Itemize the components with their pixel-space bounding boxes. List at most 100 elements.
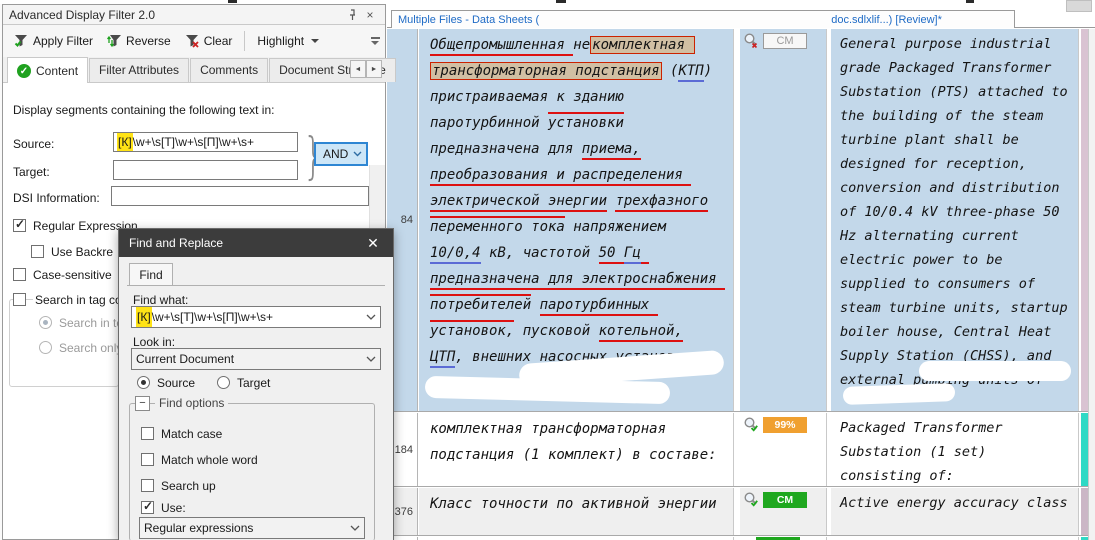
- match-badge: 99%: [763, 417, 807, 433]
- search-in-text-radio[interactable]: [39, 316, 52, 329]
- find-regex-highlight: [К]: [136, 307, 152, 327]
- tab-filter-attributes[interactable]: Filter Attributes: [89, 58, 189, 82]
- source-segment-text: Класс точности по активной энергии: [430, 491, 721, 517]
- reverse-filter-button[interactable]: Reverse: [102, 30, 176, 52]
- document-tab-suffix: doc.sdlxlif...) [Review]*: [831, 14, 942, 26]
- match-whole-word-checkbox[interactable]: [141, 453, 154, 466]
- review-approved-icon: [743, 416, 760, 433]
- dialog-title: Find and Replace: [129, 236, 363, 250]
- target-segment-text: General purpose industrial grade Package…: [840, 32, 1074, 392]
- tab-content-label: Content: [36, 64, 78, 78]
- panel-title: Advanced Display Filter 2.0: [9, 8, 343, 22]
- segment-row: 376 Класс точности по активной энергии C…: [387, 488, 1088, 536]
- look-in-combobox[interactable]: Current Document: [131, 348, 381, 370]
- source-input[interactable]: [К]\w+\s[Т]\w+\s[П]\w+\s+: [113, 132, 298, 152]
- redaction-mark: [539, 15, 831, 25]
- toolbar-separator: [244, 31, 245, 51]
- dsi-label: DSI Information:: [13, 191, 100, 205]
- apply-filter-button[interactable]: Apply Filter: [9, 30, 98, 52]
- editor-right-margin: [1088, 29, 1095, 540]
- backreference-label: Use Backre: [51, 245, 113, 259]
- search-in-tag-label: Search in tag co: [33, 293, 124, 307]
- dialog-source-label: Source: [157, 376, 195, 390]
- intro-text: Display segments containing the followin…: [13, 103, 274, 117]
- review-rejected-icon: [743, 32, 760, 49]
- collapse-button[interactable]: −: [135, 396, 150, 411]
- source-cell[interactable]: Класс точности по активной энергии: [419, 488, 734, 535]
- use-checkbox[interactable]: [141, 501, 154, 514]
- search-up-checkbox[interactable]: [141, 479, 154, 492]
- target-input[interactable]: [113, 160, 298, 180]
- funnel-arrows-icon: [107, 34, 122, 48]
- editor-area: Multiple Files - Data Sheets ( doc.sdlxli…: [387, 0, 1095, 540]
- panel-titlebar: Advanced Display Filter 2.0 ×: [3, 5, 385, 25]
- match-whole-word-label: Match whole word: [161, 453, 258, 467]
- dsi-input[interactable]: [111, 186, 369, 206]
- funnel-x-icon: [185, 34, 200, 48]
- dialog-titlebar[interactable]: Find and Replace ✕: [119, 229, 393, 257]
- dialog-source-radio[interactable]: [137, 376, 150, 389]
- source-segment-text: Общепромышленная некомплектная трансформ…: [430, 32, 721, 396]
- match-case-label: Match case: [161, 427, 222, 441]
- source-cell[interactable]: комплектная трансформаторная подстанция …: [419, 413, 734, 486]
- pin-icon[interactable]: [343, 7, 361, 23]
- segment-row: 184 комплектная трансформаторная подстан…: [387, 413, 1088, 487]
- document-tabstrip: Multiple Files - Data Sheets ( doc.sdlxli…: [387, 10, 1095, 28]
- filter-tabstrip: ✓ Content Filter Attributes Comments Doc…: [3, 57, 385, 83]
- match-badge: CM: [763, 492, 807, 508]
- target-cell[interactable]: Active energy accuracy class: [831, 488, 1079, 535]
- green-check-icon: ✓: [17, 64, 31, 78]
- source-regex-rest: \w+\s[Т]\w+\s[П]\w+\s+: [133, 135, 254, 149]
- toolbar-overflow-button[interactable]: [367, 33, 383, 49]
- target-label: Target:: [13, 165, 50, 179]
- source-regex-highlight: [К]: [117, 132, 133, 152]
- close-icon[interactable]: ×: [361, 7, 379, 23]
- segment-grid: 84 Общепромышленная некомплектная трансф…: [387, 29, 1095, 540]
- source-cell[interactable]: Общепромышленная некомплектная трансформ…: [419, 29, 734, 411]
- use-value: Regular expressions: [144, 521, 253, 535]
- search-up-label: Search up: [161, 479, 216, 493]
- document-tab-prefix: Multiple Files - Data Sheets (: [398, 14, 539, 26]
- close-icon[interactable]: ✕: [363, 235, 383, 252]
- tab-comments[interactable]: Comments: [190, 58, 268, 82]
- redaction-mark: [843, 383, 956, 405]
- screenshot-root: Advanced Display Filter 2.0 × Apply Filt…: [0, 0, 1095, 540]
- clear-filter-button[interactable]: Clear: [180, 30, 238, 52]
- find-what-label: Find what:: [133, 293, 188, 307]
- case-sensitive-checkbox[interactable]: [13, 268, 26, 281]
- status-cell: CM: [740, 488, 827, 535]
- review-approved-icon: [743, 491, 760, 508]
- and-operator-dropdown[interactable]: AND: [314, 142, 368, 166]
- match-case-checkbox[interactable]: [141, 427, 154, 440]
- chevron-down-icon: [366, 356, 376, 362]
- tab-scroll-left-icon[interactable]: ◄: [350, 60, 366, 78]
- reverse-filter-label: Reverse: [126, 34, 171, 48]
- target-cell[interactable]: General purpose industrial grade Package…: [831, 29, 1079, 411]
- dialog-target-radio[interactable]: [217, 376, 230, 389]
- tab-scroll-right-icon[interactable]: ►: [366, 60, 382, 78]
- backreference-checkbox[interactable]: [31, 245, 44, 258]
- tabstrip-line: [127, 285, 385, 286]
- segment-status-strip: [1081, 488, 1088, 535]
- use-combobox[interactable]: Regular expressions: [139, 517, 365, 539]
- filter-toolbar: Apply Filter Reverse Clear Highlight: [3, 25, 385, 57]
- tab-find[interactable]: Find: [129, 263, 173, 286]
- regex-checkbox[interactable]: [13, 219, 26, 232]
- search-in-tag-checkbox[interactable]: [13, 293, 26, 306]
- search-only-radio[interactable]: [39, 341, 52, 354]
- document-tab[interactable]: Multiple Files - Data Sheets ( doc.sdlxli…: [391, 10, 1015, 28]
- case-sensitive-label: Case-sensitive: [33, 268, 112, 282]
- cropped-top-toolbar: [0, 0, 1095, 4]
- find-options-title: Find options: [155, 396, 228, 410]
- status-cell: 99%: [740, 413, 827, 486]
- status-cell: CM: [740, 29, 827, 411]
- highlight-dropdown-button[interactable]: Highlight: [252, 30, 324, 52]
- target-cell[interactable]: Packaged Transformer Substation (1 set) …: [831, 413, 1079, 486]
- look-in-value: Current Document: [136, 352, 234, 366]
- clear-filter-label: Clear: [204, 34, 233, 48]
- tab-scroll-buttons: ◄ ►: [350, 60, 382, 78]
- find-what-combobox[interactable]: [К]\w+\s[Т]\w+\s[П]\w+\s+: [131, 306, 381, 328]
- tab-content[interactable]: ✓ Content: [7, 57, 88, 83]
- cropped-toolbar-mark: [966, 0, 974, 3]
- target-segment-text: Active energy accuracy class: [840, 491, 1074, 515]
